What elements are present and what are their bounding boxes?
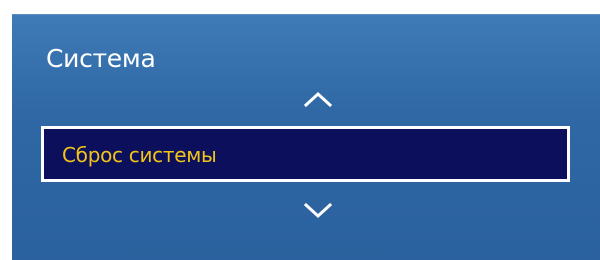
menu-title: Система [46, 44, 156, 73]
menu-item-system-reset[interactable]: Сброс системы [41, 126, 570, 182]
menu-panel: Система Сброс системы [12, 14, 600, 260]
chevron-down-icon [303, 202, 333, 219]
menu-item-label: Сброс системы [62, 143, 217, 167]
scroll-down-button[interactable] [302, 202, 334, 220]
chevron-up-icon [303, 91, 333, 108]
scroll-up-button[interactable] [302, 90, 334, 108]
